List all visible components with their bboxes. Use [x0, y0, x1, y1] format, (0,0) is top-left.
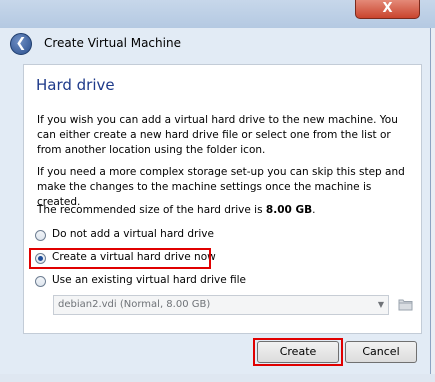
page-title: Hard drive: [36, 76, 115, 94]
recommended-size-value: 8.00 GB: [265, 204, 313, 216]
radio-no-disk[interactable]: [35, 230, 46, 241]
folder-icon[interactable]: [398, 297, 413, 311]
recommended-suffix: .: [312, 204, 316, 216]
recommended-size-text: The recommended size of the hard drive i…: [37, 203, 412, 218]
recommended-prefix: The recommended size of the hard drive i…: [37, 204, 266, 216]
cancel-button[interactable]: Cancel: [345, 341, 417, 363]
radio-existing-disk-label[interactable]: Use an existing virtual hard drive file: [52, 274, 246, 286]
existing-disk-select[interactable]: debian2.vdi (Normal, 8.00 GB) ▼: [53, 295, 389, 315]
radio-no-disk-label[interactable]: Do not add a virtual hard drive: [52, 228, 214, 240]
highlight-box-create-option: [29, 248, 211, 269]
back-arrow-icon[interactable]: ❮: [10, 33, 32, 55]
chevron-down-icon: ▼: [377, 300, 384, 309]
intro-text: If you wish you can add a virtual hard d…: [37, 114, 398, 156]
background-window-strip: [0, 374, 435, 382]
close-window-button[interactable]: X: [355, 0, 420, 19]
existing-disk-value: debian2.vdi (Normal, 8.00 GB): [58, 299, 211, 310]
create-button[interactable]: Create: [257, 341, 339, 363]
radio-existing-disk[interactable]: [35, 276, 46, 287]
dialog-title: Create Virtual Machine: [44, 36, 181, 50]
